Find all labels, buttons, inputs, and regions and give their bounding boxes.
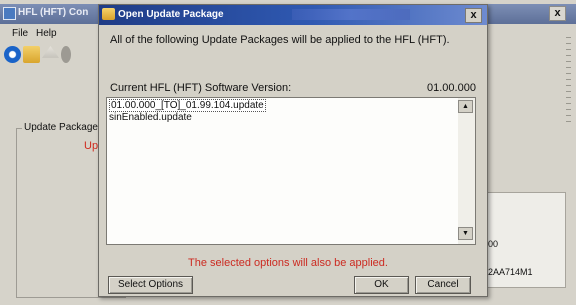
cancel-button[interactable]: Cancel [415,276,471,294]
package-name: 01.00.000_[TO]_01.99.104.update [109,99,266,112]
app-icon [3,7,16,20]
list-item[interactable]: sinEnabled.update [109,112,449,124]
software-version-value: 01.00.000 [427,82,476,94]
info-value: 00 [488,239,499,249]
folder-icon[interactable] [23,46,40,63]
list-item[interactable]: 01.00.000_[TO]_01.99.104.update [109,99,449,112]
info-value: 2AA714M1 [488,267,533,277]
options-note: The selected options will also be applie… [188,257,388,269]
package-name: sinEnabled.update [109,112,192,123]
toolbar [4,46,73,63]
ok-button[interactable]: OK [354,276,409,294]
bluetooth-icon[interactable] [4,46,21,63]
package-list-scrollbar[interactable]: ▲ ▼ [458,98,475,244]
folder-icon [102,8,115,20]
titlebar-gradient [292,9,410,20]
update-package-group-label: Update Package [22,122,100,133]
main-window-close-icon[interactable]: x [549,6,566,21]
package-list-items: 01.00.000_[TO]_01.99.104.update sinEnabl… [109,99,449,124]
select-options-button[interactable]: Select Options [108,276,193,294]
dialog-message: All of the following Update Packages wil… [110,34,450,46]
eject-icon[interactable] [42,46,59,58]
scroll-down-icon[interactable]: ▼ [458,227,473,240]
software-version-label: Current HFL (HFT) Software Version: [110,82,292,94]
close-icon[interactable]: x [465,8,482,23]
main-window-title: HFL (HFT) Con [18,7,89,18]
menu-file[interactable]: File [12,28,28,39]
menu-help[interactable]: Help [36,28,57,39]
scroll-up-icon[interactable]: ▲ [458,100,473,113]
window-edge [566,32,571,122]
dialog-title: Open Update Package [118,9,224,20]
gear-icon[interactable] [61,46,71,63]
